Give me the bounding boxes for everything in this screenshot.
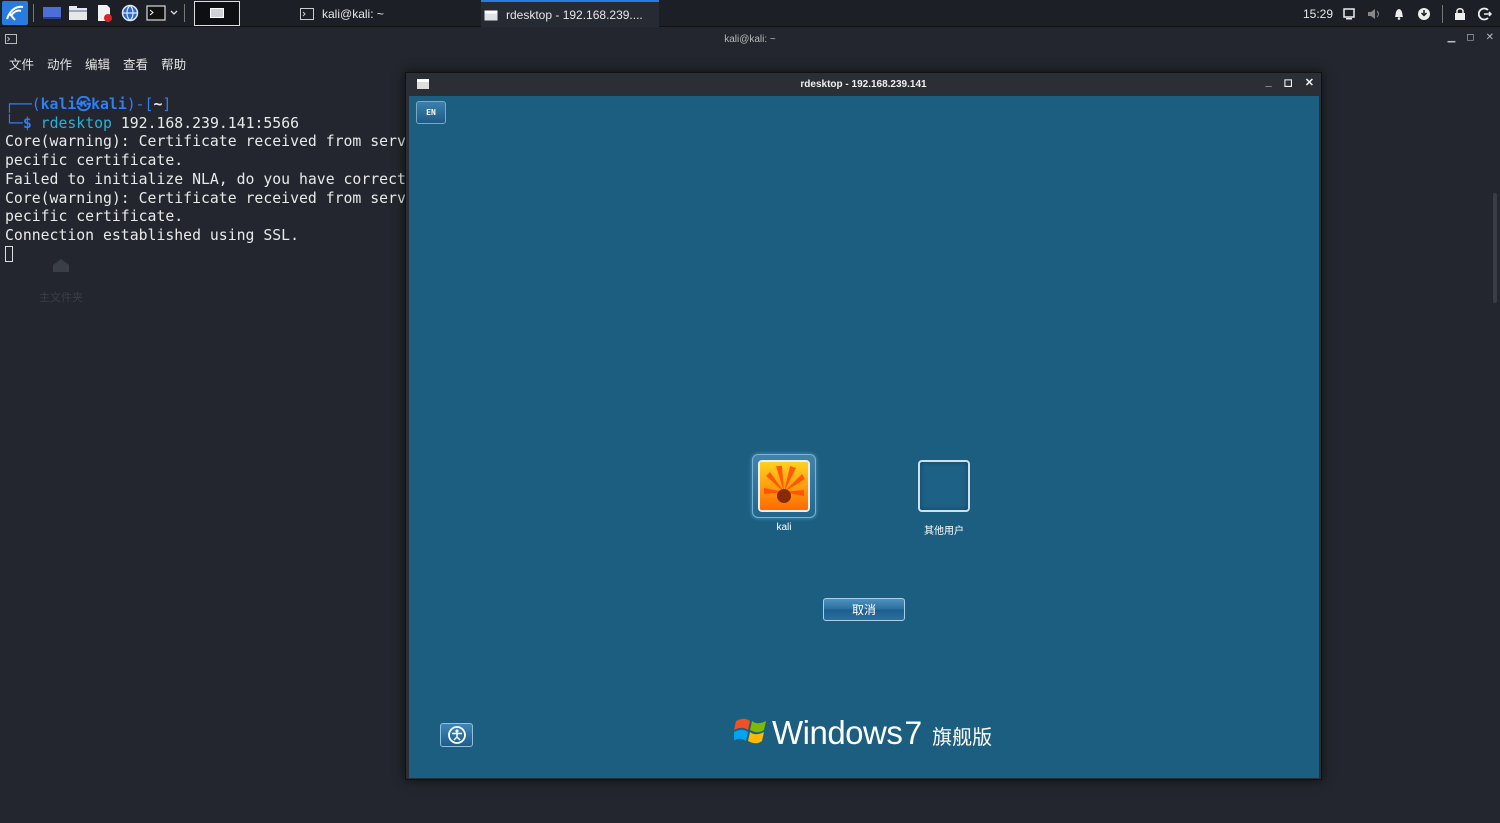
windows-7-branding: Windows 7 旗舰版 [733,714,993,752]
window-icon [484,9,498,21]
clock[interactable]: 15:29 [1303,7,1333,21]
output-line: pecific certificate. [5,152,184,170]
prompt-user: kali [40,96,77,113]
window-icon [417,79,429,89]
menu-action[interactable]: 动作 [47,54,72,73]
rdesktop-titlebar[interactable]: rdesktop - 192.168.239.141 _ ◻ ✕ [406,73,1321,95]
menu-view[interactable]: 查看 [123,54,148,73]
chevron-down-icon[interactable] [169,0,179,27]
panel-separator [184,4,185,22]
output-line: Connection established using SSL. [5,226,299,244]
ease-of-access-icon[interactable] [440,723,473,747]
task-rdesktop[interactable]: rdesktop - 192.168.239.... [481,0,659,27]
window-title: kali@kali: ~ [724,33,776,45]
minimize-icon[interactable]: ▁ [1448,32,1456,43]
top-panel: kali@kali: ~ rdesktop - 192.168.239.... … [0,0,1500,27]
close-icon[interactable]: ✕ [1305,76,1314,89]
rdesktop-window: rdesktop - 192.168.239.141 _ ◻ ✕ EN kali… [405,72,1322,780]
terminal-icon [5,34,17,44]
user-name: kali [776,522,792,533]
file-manager-icon[interactable] [67,0,89,27]
notification-bell-icon[interactable] [1393,7,1405,20]
display-icon[interactable] [1343,7,1355,20]
terminal-menubar: 文件 动作 编辑 查看 帮助 [0,52,190,74]
brand-edition: 旗舰版 [932,724,993,749]
output-line: pecific certificate. [5,208,184,226]
minimize-icon[interactable]: _ [1266,76,1272,89]
terminal-titlebar[interactable]: kali@kali: ~ ▁ ◻ ✕ [0,28,1500,50]
kali-menu-icon[interactable] [2,1,28,25]
user-tile-other[interactable]: 其他用户 [904,454,984,537]
close-icon[interactable]: ✕ [1486,32,1494,43]
terminal-launcher-icon[interactable] [145,0,167,27]
terminal-icon [300,7,314,20]
menu-help[interactable]: 帮助 [161,54,186,73]
user-tile-kali[interactable]: kali [744,454,824,533]
cancel-button[interactable]: 取消 [823,598,905,621]
show-desktop-icon[interactable] [41,0,63,27]
logout-icon[interactable] [1478,7,1492,21]
user-name: 其他用户 [924,526,964,537]
task-terminal[interactable]: kali@kali: ~ [300,0,478,27]
panel-separator [1442,4,1443,23]
volume-icon[interactable] [1367,8,1381,20]
brand-word: Windows [772,714,903,751]
maximize-icon[interactable]: ◻ [1466,32,1474,43]
prompt-at: ㉿ [76,96,92,113]
lock-icon[interactable] [1454,7,1466,20]
workspace-switcher[interactable] [194,0,240,26]
prompt-host: kali [91,96,127,113]
terminal-output[interactable]: ┌──(kali㉿kali)-[~] └─$ rdesktop 192.168.… [5,96,405,296]
terminal-scrollbar[interactable] [1490,75,1500,823]
input-language-button[interactable]: EN [416,101,446,124]
update-indicator-icon[interactable] [1417,7,1431,21]
menu-edit[interactable]: 编辑 [85,54,110,73]
output-line: Core(warning): Certificate received from… [5,189,405,207]
maximize-icon[interactable]: ◻ [1284,76,1293,89]
web-browser-icon[interactable] [119,0,141,27]
text-editor-icon[interactable] [93,0,115,27]
menu-file[interactable]: 文件 [9,54,34,73]
panel-separator [33,4,34,22]
output-line: Failed to initialize NLA, do you have co… [5,170,405,188]
blank-avatar-icon [918,460,970,512]
brand-version: 7 [904,714,923,751]
flower-avatar-icon [758,460,810,512]
command: rdesktop [40,114,112,132]
task-label: kali@kali: ~ [322,6,384,21]
system-tray: 15:29 [1297,0,1500,27]
remote-desktop-screen[interactable]: EN kali 其他用户 取消 Windows 7 旗舰版 [409,96,1319,778]
output-line: Core(warning): Certificate received from… [5,133,405,151]
task-label: rdesktop - 192.168.239.... [506,7,643,22]
command-args: 192.168.239.141:5566 [120,114,300,132]
windows-logo-icon [733,715,768,751]
window-title: rdesktop - 192.168.239.141 [800,78,927,90]
scrollbar-thumb[interactable] [1493,193,1497,303]
terminal-cursor [5,245,13,262]
